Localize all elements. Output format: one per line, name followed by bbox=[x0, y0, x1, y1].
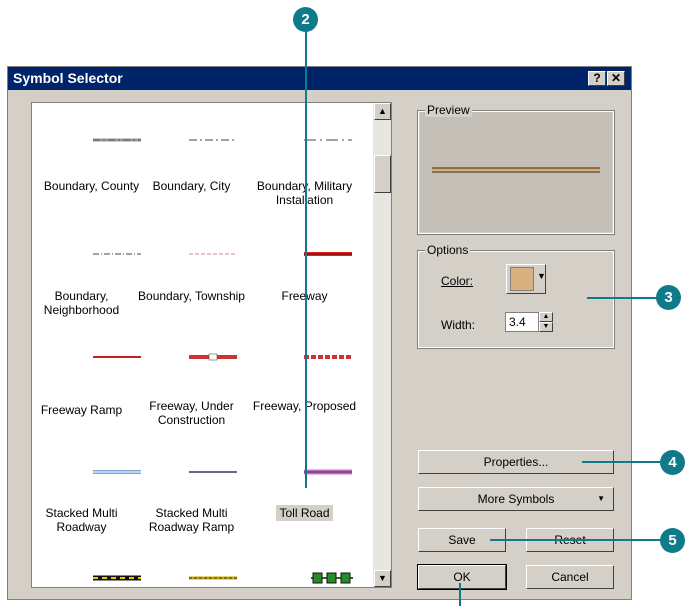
width-input[interactable]: 3.4 bbox=[505, 312, 539, 332]
row1-symbols bbox=[93, 138, 352, 142]
callout-3-line bbox=[587, 297, 657, 299]
label-boundary-neighborhood[interactable]: Boundary, Neighborhood bbox=[24, 289, 139, 317]
scroll-thumb[interactable] bbox=[374, 155, 391, 193]
preview-line bbox=[432, 167, 600, 173]
label-stacked-multi-roadway-ramp[interactable]: Stacked Multi Roadway Ramp bbox=[134, 506, 249, 534]
close-button[interactable]: ✕ bbox=[607, 71, 625, 86]
color-label: Color: bbox=[441, 274, 474, 288]
ok-button[interactable]: OK bbox=[417, 564, 507, 590]
scroll-down-button[interactable]: ▼ bbox=[374, 570, 391, 587]
label-freeway-ramp[interactable]: Freeway Ramp bbox=[24, 403, 139, 417]
scroll-up-button[interactable]: ▲ bbox=[374, 103, 391, 120]
callout-3: 3 bbox=[656, 285, 681, 310]
preview-label: Preview bbox=[425, 103, 472, 117]
more-symbols-label: More Symbols bbox=[477, 492, 555, 506]
options-label: Options bbox=[425, 243, 471, 257]
label-boundary-county[interactable]: Boundary, County bbox=[34, 179, 149, 193]
row4-symbols bbox=[93, 469, 352, 475]
label-boundary-city[interactable]: Boundary, City bbox=[134, 179, 249, 193]
more-symbols-button[interactable]: More Symbols ▼ bbox=[418, 487, 614, 511]
width-down-button[interactable]: ▼ bbox=[539, 322, 553, 332]
width-label: Width: bbox=[441, 318, 476, 332]
row3-symbols bbox=[93, 353, 352, 361]
symbol-freeway-under-construction[interactable] bbox=[189, 353, 237, 361]
dialog-title: Symbol Selector bbox=[13, 70, 123, 86]
toll-road-cell: Toll Road bbox=[247, 505, 362, 521]
symbol-partial-3[interactable] bbox=[311, 572, 353, 584]
callout-5-line bbox=[490, 539, 662, 541]
callout-4: 4 bbox=[660, 450, 685, 475]
callout-2-line bbox=[305, 30, 307, 488]
callout-ok-line bbox=[459, 583, 461, 606]
chevron-down-icon: ▼ bbox=[537, 271, 546, 281]
callout-5: 5 bbox=[660, 528, 685, 553]
callout-2: 2 bbox=[293, 7, 318, 32]
row2-symbols bbox=[93, 252, 352, 256]
label-toll-road[interactable]: Toll Road bbox=[276, 505, 333, 521]
callout-4-line bbox=[582, 461, 662, 463]
label-boundary-township[interactable]: Boundary, Township bbox=[134, 289, 249, 303]
width-up-button[interactable]: ▲ bbox=[539, 312, 553, 322]
cancel-button[interactable]: Cancel bbox=[526, 565, 614, 589]
dropdown-arrow-icon: ▼ bbox=[597, 494, 605, 503]
label-freeway-under-construction[interactable]: Freeway, Under Construction bbox=[134, 399, 249, 427]
help-button[interactable]: ? bbox=[588, 71, 606, 86]
label-stacked-multi-roadway[interactable]: Stacked Multi Roadway bbox=[24, 506, 139, 534]
row5-symbols bbox=[93, 572, 353, 584]
color-swatch bbox=[510, 267, 534, 291]
